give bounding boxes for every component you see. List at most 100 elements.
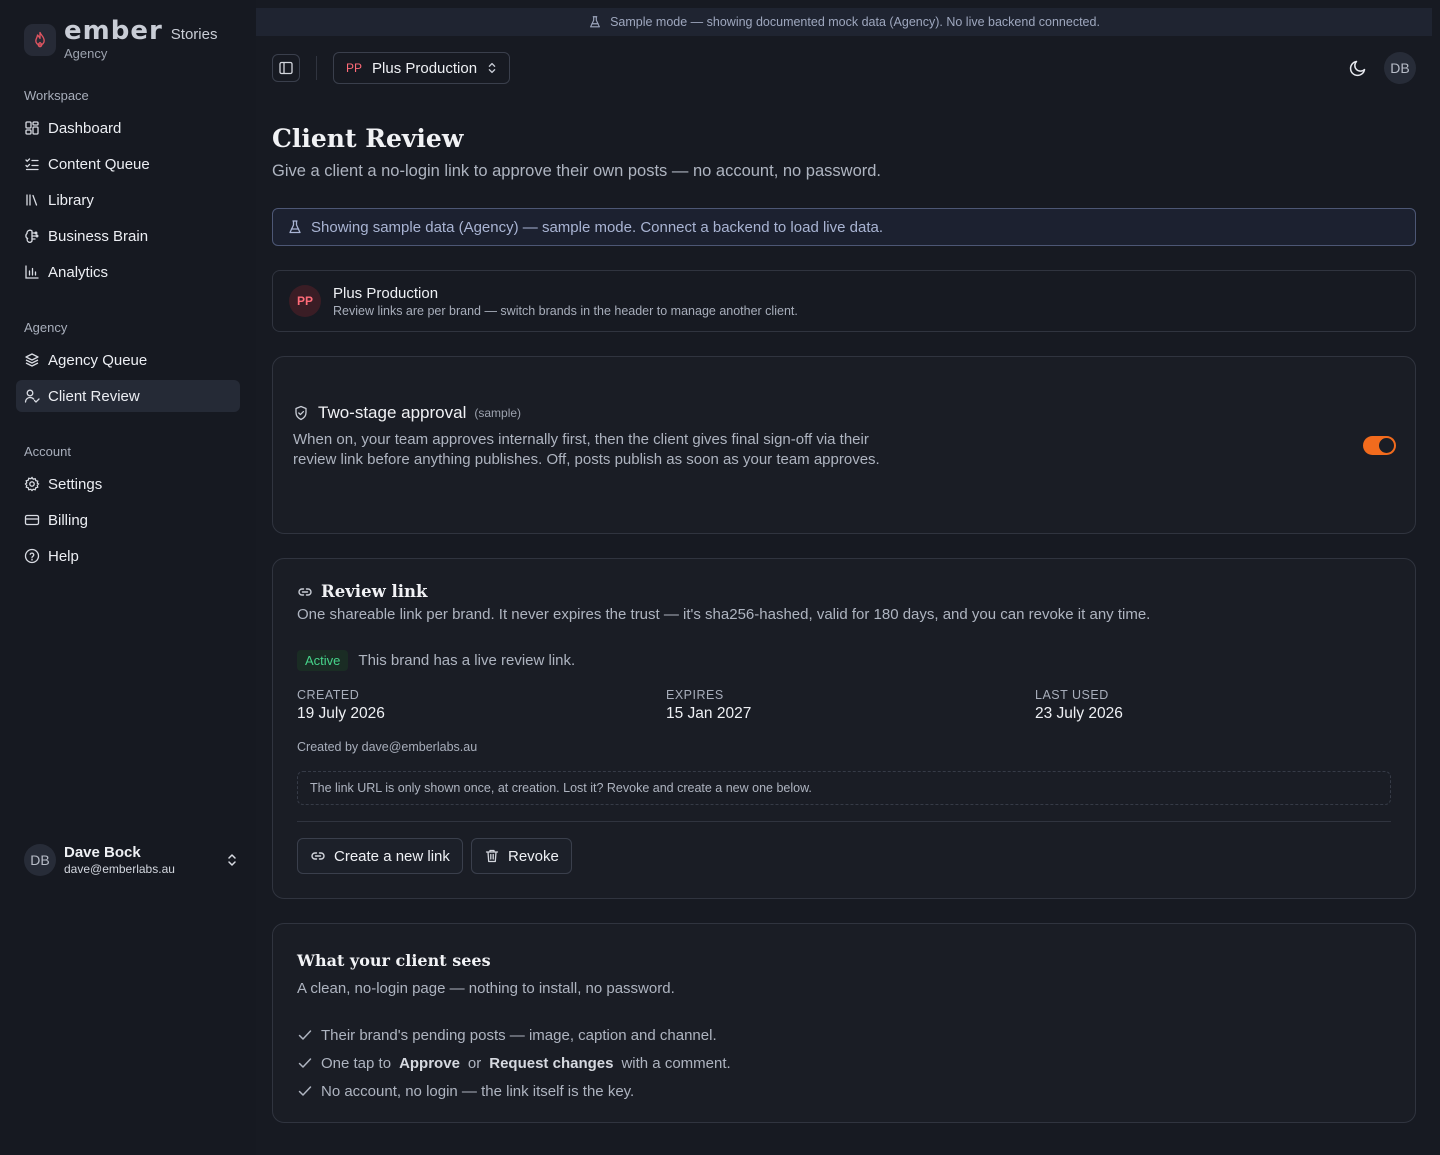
user-menu[interactable]: DB Dave Bock dave@emberlabs.au — [24, 842, 240, 878]
nav-section-agency: Agency — [24, 320, 68, 335]
sample-mode-banner: Sample mode — showing documented mock da… — [256, 8, 1432, 36]
sidebar-item-label: Client Review — [48, 387, 140, 405]
status-text: This brand has a live review link. — [358, 652, 576, 669]
client-sees-title: What your client sees — [297, 951, 491, 970]
review-link-description: One shareable link per brand. It never e… — [297, 606, 1151, 623]
toggle-sidebar-button[interactable] — [272, 54, 300, 82]
brand-wordmark: ember — [64, 16, 163, 46]
sidebar-item-label: Help — [48, 547, 79, 565]
revoke-button[interactable]: Revoke — [471, 838, 572, 874]
flask-icon — [590, 16, 601, 28]
header-avatar[interactable]: DB — [1384, 52, 1416, 84]
brand-subtitle: Agency — [64, 46, 108, 61]
bar-chart-icon — [25, 265, 39, 279]
header-divider — [316, 56, 317, 80]
last-used-value: 23 July 2026 — [1035, 705, 1123, 722]
sidebar-item-dashboard[interactable]: Dashboard — [16, 112, 240, 144]
approval-title: Two-stage approval — [318, 403, 467, 422]
moon-icon[interactable] — [1348, 58, 1368, 78]
approve-emphasis: Approve — [399, 1054, 460, 1072]
gear-icon — [24, 476, 40, 492]
user-name: Dave Bock — [64, 844, 141, 861]
created-meta: CREATED 19 July 2026 — [297, 688, 385, 723]
two-stage-approval-toggle[interactable] — [1363, 436, 1396, 455]
dashboard-icon — [25, 121, 39, 135]
brand-switcher[interactable]: PP Plus Production — [333, 52, 510, 84]
request-changes-emphasis: Request changes — [489, 1054, 614, 1072]
user-check-icon — [24, 389, 40, 403]
link-url-note: The link URL is only shown once, at crea… — [297, 771, 1391, 805]
sidebar-item-label: Billing — [48, 511, 89, 529]
page-title: Client Review — [272, 124, 464, 153]
approval-description: When on, your team approves internally f… — [293, 431, 880, 468]
check-icon — [298, 1058, 312, 1068]
approval-sample-tag: (sample) — [474, 406, 522, 420]
brand-suffix: Stories — [170, 26, 218, 43]
client-sees-list: Their brand's pending posts — image, cap… — [297, 1021, 731, 1105]
expires-value: 15 Jan 2027 — [666, 705, 752, 722]
sidebar-item-analytics[interactable]: Analytics — [16, 256, 240, 288]
shield-check-icon — [295, 405, 307, 421]
sidebar-item-label: Content Queue — [48, 155, 150, 173]
layers-icon — [25, 353, 39, 367]
status-badge: Active — [297, 650, 349, 671]
sidebar: ember Stories Agency Workspace Dashboard… — [0, 0, 256, 1155]
sidebar-item-label: Agency Queue — [48, 351, 148, 369]
brand-card-title: Plus Production — [333, 284, 439, 302]
review-link-card: Review link One shareable link per brand… — [272, 558, 1416, 899]
flame-logo-icon — [24, 24, 56, 56]
create-new-link-button[interactable]: Create a new link — [297, 838, 463, 874]
create-link-label: Create a new link — [334, 847, 450, 865]
brand[interactable]: ember Stories Agency — [24, 16, 218, 61]
sidebar-item-settings[interactable]: Settings — [16, 468, 240, 500]
brand-avatar: PP — [289, 285, 321, 317]
last-used-meta: LAST USED 23 July 2026 — [1035, 688, 1123, 723]
sidebar-item-library[interactable]: Library — [16, 184, 240, 216]
brain-icon — [25, 229, 39, 243]
check-icon — [298, 1086, 312, 1096]
last-used-label: LAST USED — [1035, 688, 1109, 702]
link-icon — [298, 587, 312, 596]
sample-banner-text: Sample mode — showing documented mock da… — [610, 15, 1100, 29]
notice-text: Showing sample data (Agency) — sample mo… — [311, 218, 883, 236]
flask-icon — [289, 220, 301, 234]
avatar: DB — [24, 844, 56, 876]
toggle-knob — [1379, 438, 1394, 453]
brand-initials: PP — [346, 61, 363, 75]
brand-switcher-label: Plus Production — [372, 59, 478, 77]
sidebar-item-label: Dashboard — [48, 119, 122, 137]
two-stage-approval-card: Two-stage approval (sample) When on, you… — [272, 356, 1416, 534]
list-item: Their brand's pending posts — image, cap… — [297, 1021, 731, 1049]
sidebar-item-client-review[interactable]: Client Review — [16, 380, 240, 412]
client-sees-card: What your client sees A clean, no-login … — [272, 923, 1416, 1123]
review-link-title: Review link — [321, 582, 428, 601]
list-item-text: Their brand's pending posts — image, cap… — [321, 1026, 717, 1044]
sample-data-notice: Showing sample data (Agency) — sample mo… — [272, 208, 1416, 246]
client-sees-subtitle: A clean, no-login page — nothing to inst… — [297, 980, 675, 997]
page-subtitle: Give a client a no-login link to approve… — [272, 162, 882, 180]
chevron-up-down-icon — [228, 854, 236, 866]
nav-section-workspace: Workspace — [24, 88, 89, 103]
sidebar-item-content-queue[interactable]: Content Queue — [16, 148, 240, 180]
list-checks-icon — [25, 158, 39, 171]
created-label: CREATED — [297, 688, 360, 702]
list-item: One tap to Approve or Request changes wi… — [297, 1049, 731, 1077]
check-icon — [298, 1030, 312, 1040]
sidebar-item-help[interactable]: Help — [16, 540, 240, 572]
link-icon — [311, 852, 325, 860]
list-item: No account, no login — the link itself i… — [297, 1077, 731, 1105]
list-item-text: One tap to — [321, 1054, 392, 1072]
trash-icon — [485, 849, 499, 863]
brand-card-subtitle: Review links are per brand — switch bran… — [333, 303, 798, 318]
sidebar-item-label: Business Brain — [48, 227, 149, 245]
user-email: dave@emberlabs.au — [64, 862, 175, 876]
credit-card-icon — [24, 514, 40, 526]
list-item-text: with a comment. — [621, 1054, 731, 1072]
sidebar-item-agency-queue[interactable]: Agency Queue — [16, 344, 240, 376]
divider — [297, 821, 1391, 822]
sidebar-item-label: Settings — [48, 475, 103, 493]
sidebar-item-business-brain[interactable]: Business Brain — [16, 220, 240, 252]
sidebar-panel-icon — [279, 61, 293, 75]
sidebar-item-billing[interactable]: Billing — [16, 504, 240, 536]
expires-label: EXPIRES — [666, 688, 724, 702]
